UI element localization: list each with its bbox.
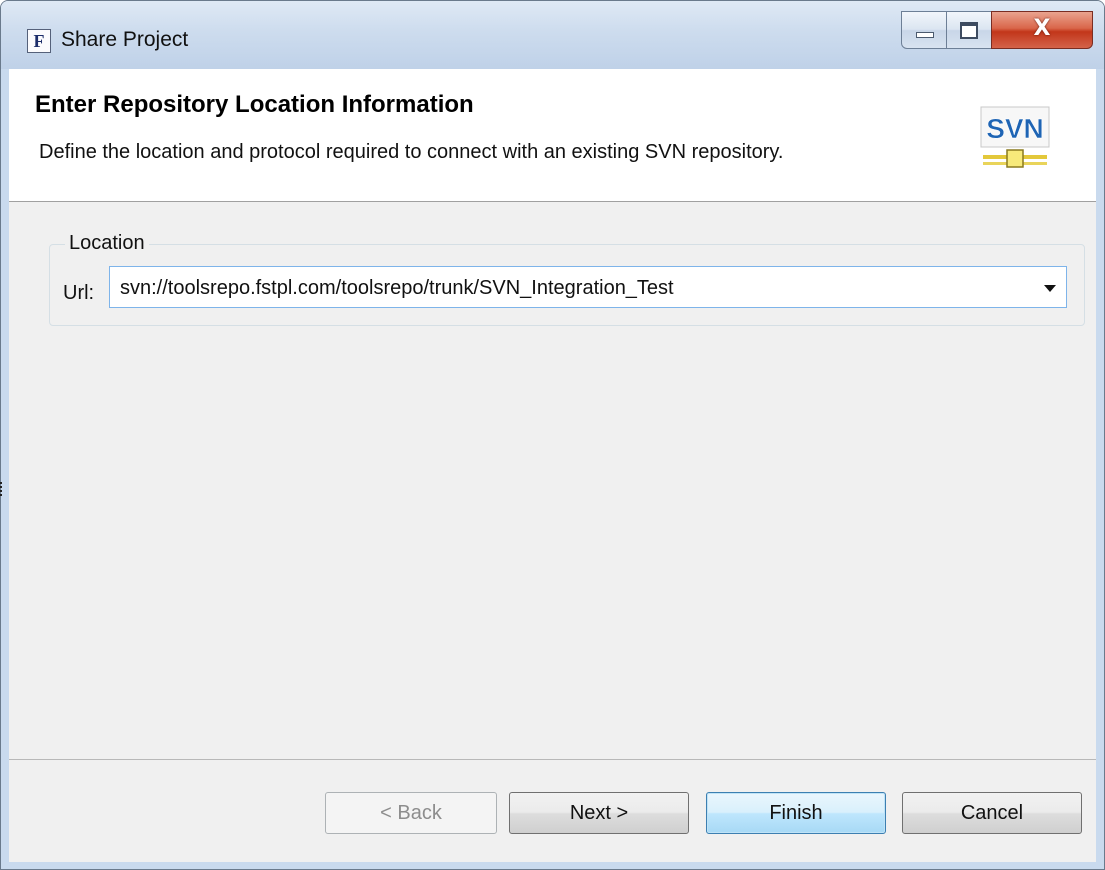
svn-icon-text: SVN <box>986 113 1044 144</box>
finish-button[interactable]: Finish <box>706 792 886 834</box>
wizard-content: Location Url: svn://toolsrepo.fstpl.com/… <box>9 202 1096 759</box>
maximize-button[interactable] <box>946 11 992 49</box>
maximize-icon <box>947 12 991 48</box>
next-button[interactable]: Next > <box>509 792 689 834</box>
title-bar[interactable]: F Share Project X <box>1 1 1104 69</box>
location-group-label: Location <box>65 232 149 255</box>
window-title: Share Project <box>61 28 189 51</box>
wizard-header: Enter Repository Location Information De… <box>9 69 1096 202</box>
svn-icon: SVN <box>980 106 1050 168</box>
window-controls: X <box>901 11 1097 55</box>
close-icon: X <box>1033 16 1051 41</box>
url-label: Url: <box>63 282 95 304</box>
url-input-value[interactable]: svn://toolsrepo.fstpl.com/toolsrepo/trun… <box>120 277 674 300</box>
cancel-button[interactable]: Cancel <box>902 792 1082 834</box>
button-bar: < Back Next > Finish Cancel <box>9 759 1096 862</box>
minimize-button[interactable] <box>901 11 947 49</box>
window-edge-marker <box>0 482 5 496</box>
chevron-down-icon[interactable] <box>1044 285 1056 292</box>
page-title: Enter Repository Location Information <box>35 91 474 118</box>
close-button[interactable]: X <box>991 11 1093 49</box>
page-description: Define the location and protocol require… <box>39 141 784 163</box>
back-button[interactable]: < Back <box>325 792 497 834</box>
share-project-dialog: F Share Project X Enter Repository Locat… <box>0 0 1105 870</box>
minimize-icon <box>902 12 946 48</box>
app-icon: F <box>27 29 51 53</box>
url-combobox[interactable]: svn://toolsrepo.fstpl.com/toolsrepo/trun… <box>109 266 1067 308</box>
